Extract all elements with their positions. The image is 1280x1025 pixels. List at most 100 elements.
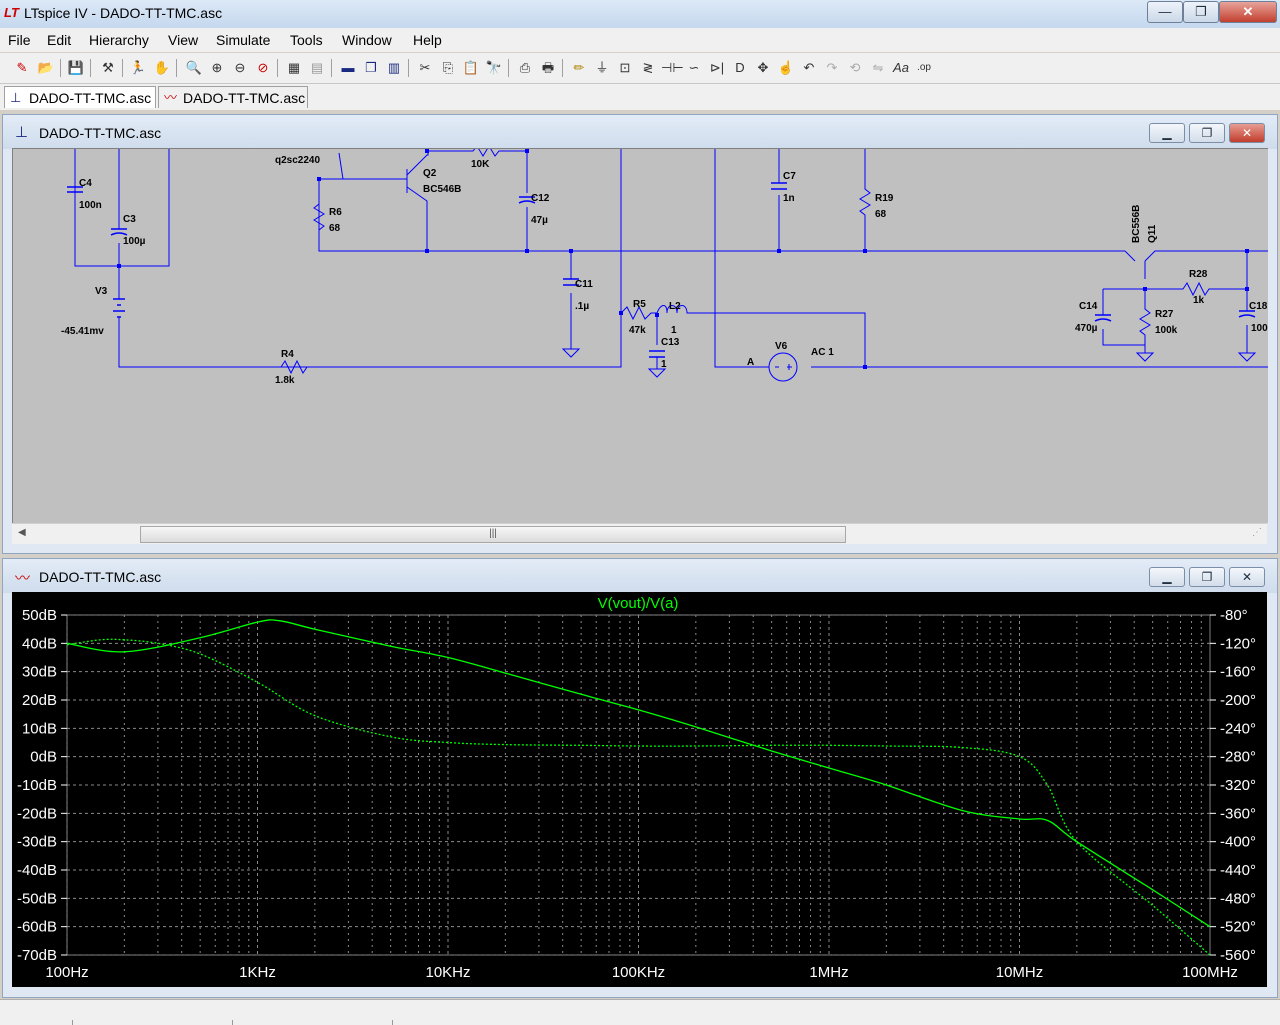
y-left-tick-label: 20dB (22, 692, 57, 709)
cascade-icon[interactable]: ❐ (361, 58, 381, 78)
schem-label: q2sc2240 (275, 155, 320, 166)
open-icon[interactable]: 📂 (36, 58, 56, 78)
redo-icon[interactable]: ↷ (822, 58, 842, 78)
scrollbar-thumb[interactable]: ||| (140, 526, 846, 543)
schem-label: C12 (531, 193, 550, 204)
y-right-tick-label: -160° (1220, 664, 1256, 681)
schem-label: C3 (123, 214, 136, 225)
y-right-tick-label: -240° (1220, 720, 1256, 737)
y-right-tick-label: -80° (1220, 607, 1248, 624)
menu-file[interactable]: File (8, 32, 31, 48)
y-right-tick-label: -360° (1220, 805, 1256, 822)
label-net-icon[interactable]: ⊡ (615, 58, 635, 78)
menu-help[interactable]: Help (413, 32, 442, 48)
mirror-icon[interactable]: ⇋ (868, 58, 888, 78)
component-icon[interactable]: D (730, 58, 750, 78)
print-preview-icon[interactable]: ⎙ (515, 58, 535, 78)
minimize-button[interactable]: — (1147, 1, 1183, 23)
schematic-maximize-button[interactable]: ❐ (1189, 123, 1225, 143)
x-tick-label: 100Hz (45, 964, 88, 981)
schematic-drawing: q2sc2240 Q2 BC546B 10K C4 100n C3 100µ V… (61, 149, 1268, 386)
tile-horizontal-icon[interactable]: ▬ (338, 58, 358, 78)
schem-label: 68 (329, 223, 341, 234)
schematic-window-title: DADO-TT-TMC.asc (39, 125, 162, 141)
y-left-tick-label: 10dB (22, 720, 57, 737)
capacitor-icon[interactable]: ⊣⊢ (661, 58, 684, 78)
zoom-in-icon[interactable]: ⊕ (207, 58, 227, 78)
run-icon[interactable]: 🏃 (128, 58, 148, 78)
scroll-left-icon[interactable]: ◀ (18, 527, 26, 538)
control-panel-icon[interactable]: ⚒ (98, 58, 118, 78)
find-icon[interactable]: 🔭 (484, 58, 504, 78)
zoom-area-icon[interactable]: 🔍 (184, 58, 204, 78)
x-tick-label: 1MHz (809, 964, 848, 981)
plot-canvas[interactable]: 50dB -80° 40dB -120° 30dB -160° 20dB -200° 10dB -… (12, 592, 1267, 987)
x-tick-label: 10KHz (425, 964, 470, 981)
plot-window-title: DADO-TT-TMC.asc (39, 569, 162, 585)
schem-label: 100n (79, 200, 102, 211)
menu-tools[interactable]: Tools (290, 32, 323, 48)
y-right-tick-label: -200° (1220, 692, 1256, 709)
paste-icon[interactable]: 📋 (461, 58, 481, 78)
toolbar-separator (90, 59, 91, 77)
schematic-icon: ⊥ (15, 124, 29, 141)
grid-icon[interactable]: ▤ (307, 58, 327, 78)
schem-label: 100µ (123, 236, 146, 247)
schem-label: V3 (95, 286, 108, 297)
plot-close-button[interactable]: ✕ (1229, 567, 1265, 587)
spice-directive-icon[interactable]: .op (914, 58, 934, 78)
schematic-close-button[interactable]: ✕ (1229, 123, 1265, 143)
text-icon[interactable]: Aa (891, 58, 911, 78)
schem-label: 100 (1251, 323, 1268, 334)
print-icon[interactable]: 🖶 (538, 58, 558, 78)
move-icon[interactable]: ✥ (753, 58, 773, 78)
ltspice-logo-icon: LT (4, 5, 19, 20)
menu-hierarchy[interactable]: Hierarchy (89, 32, 149, 48)
x-tick-label: 100MHz (1182, 964, 1238, 981)
tab-schematic[interactable]: ⊥ DADO-TT-TMC.asc (4, 86, 156, 108)
autorange-icon[interactable]: ▦ (284, 58, 304, 78)
schem-label: L2 (669, 301, 681, 312)
cut-icon[interactable]: ✂ (415, 58, 435, 78)
schematic-window-titlebar[interactable]: ⊥ DADO-TT-TMC.asc ▁ ❐ ✕ (3, 115, 1277, 149)
ground-icon[interactable]: ⏚ (592, 58, 612, 78)
y-right-tick-label: -320° (1220, 777, 1256, 794)
toolbar: ✎ 📂 💾 ⚒ 🏃 ✋ 🔍 ⊕ ⊖ ⊘ ▦ ▤ ▬ ❐ ▥ ✂ ⎘ 📋 🔭 ⎙ … (0, 53, 1280, 84)
maximize-button[interactable]: ❐ (1183, 1, 1219, 23)
schem-label: 68 (875, 209, 887, 220)
new-schematic-icon[interactable]: ✎ (12, 58, 32, 78)
plot-window-titlebar[interactable]: 〰 DADO-TT-TMC.asc ▁ ❐ ✕ (3, 559, 1277, 593)
plot-minimize-button[interactable]: ▁ (1149, 567, 1185, 587)
document-tabs: ⊥ DADO-TT-TMC.asc 〰 DADO-TT-TMC.asc (0, 84, 1280, 110)
y-right-tick-label: -480° (1220, 890, 1256, 907)
status-bar (0, 999, 1280, 1025)
y-left-tick-label: 50dB (22, 607, 57, 624)
diode-icon[interactable]: ⊳| (707, 58, 727, 78)
rotate-icon[interactable]: ⟲ (845, 58, 865, 78)
menu-simulate[interactable]: Simulate (216, 32, 270, 48)
close-button[interactable]: ✕ (1219, 1, 1277, 23)
undo-icon[interactable]: ↶ (799, 58, 819, 78)
zoom-fit-icon[interactable]: ⊘ (253, 58, 273, 78)
schem-label: C13 (661, 337, 680, 348)
schematic-canvas[interactable]: q2sc2240 Q2 BC546B 10K C4 100n C3 100µ V… (12, 148, 1268, 523)
menu-window[interactable]: Window (342, 32, 392, 48)
resistor-icon[interactable]: ≷ (638, 58, 658, 78)
wire-icon[interactable]: ✏ (569, 58, 589, 78)
schematic-horizontal-scrollbar[interactable]: ◀ ||| ⋰ (12, 523, 1267, 544)
menu-edit[interactable]: Edit (47, 32, 71, 48)
schematic-minimize-button[interactable]: ▁ (1149, 123, 1185, 143)
copy-icon[interactable]: ⎘ (438, 58, 458, 78)
tile-vertical-icon[interactable]: ▥ (384, 58, 404, 78)
tab-waveform[interactable]: 〰 DADO-TT-TMC.asc (158, 86, 308, 108)
menu-view[interactable]: View (168, 32, 198, 48)
bode-plot: 50dB -80° 40dB -120° 30dB -160° 20dB -200° 10dB -… (17, 595, 1256, 981)
schem-label: BC556B (1131, 205, 1142, 243)
schem-label: .1µ (575, 301, 589, 312)
zoom-out-icon[interactable]: ⊖ (230, 58, 250, 78)
halt-icon[interactable]: ✋ (152, 58, 172, 78)
inductor-icon[interactable]: ∽ (684, 58, 704, 78)
plot-maximize-button[interactable]: ❐ (1189, 567, 1225, 587)
save-icon[interactable]: 💾 (66, 58, 86, 78)
drag-icon[interactable]: ☝ (776, 58, 796, 78)
